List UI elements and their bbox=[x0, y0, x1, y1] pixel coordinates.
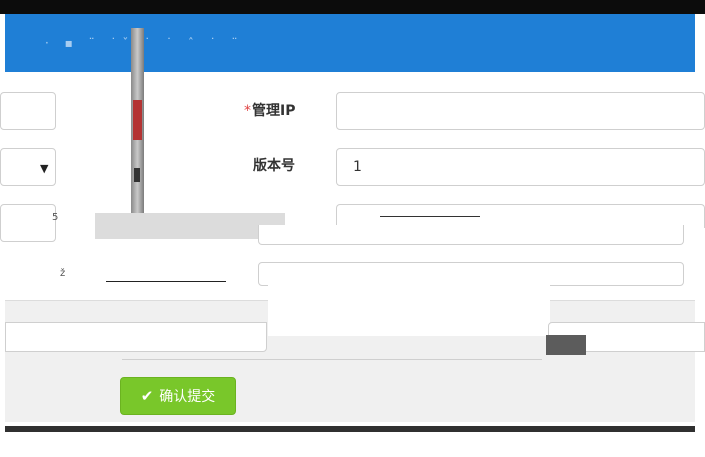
check-icon: ✔ bbox=[140, 387, 154, 405]
obscured-field-1[interactable] bbox=[258, 225, 684, 245]
artifact-block bbox=[546, 335, 586, 355]
dialog-title-bar: · ▪ ¨ ˙ˇ ˙ ˙ ˆ ˙ ¨ bbox=[5, 14, 695, 72]
version-input[interactable]: 1 bbox=[336, 148, 705, 186]
artifact-underline bbox=[106, 281, 226, 282]
left-field-3[interactable] bbox=[0, 204, 56, 242]
version-label: 版本号 bbox=[253, 158, 295, 174]
left-field-1[interactable] bbox=[0, 92, 56, 130]
submit-button[interactable]: ✔ 确认提交 bbox=[120, 377, 236, 415]
artifact-line bbox=[380, 216, 480, 217]
window-top-edge bbox=[0, 0, 705, 14]
occluding-object bbox=[131, 28, 144, 218]
obscured-field-3[interactable] bbox=[5, 322, 267, 352]
mgmt-ip-input[interactable] bbox=[336, 92, 705, 130]
artifact-line bbox=[122, 359, 542, 360]
window-bottom-edge bbox=[5, 426, 695, 432]
submit-button-label: 确认提交 bbox=[159, 389, 216, 405]
artifact-glyph: 5 bbox=[52, 212, 59, 223]
artifact-glyph: ž bbox=[60, 268, 66, 279]
artifact-block bbox=[268, 282, 550, 336]
mgmt-ip-label: *管理IP bbox=[244, 103, 296, 119]
chevron-down-icon: ▼ bbox=[40, 162, 49, 175]
mgmt-ip-label-text: 管理IP bbox=[252, 103, 296, 119]
artifact-block bbox=[95, 213, 285, 239]
title-artifact: · ▪ ¨ ˙ˇ ˙ ˙ ˆ ˙ ¨ bbox=[45, 36, 244, 50]
